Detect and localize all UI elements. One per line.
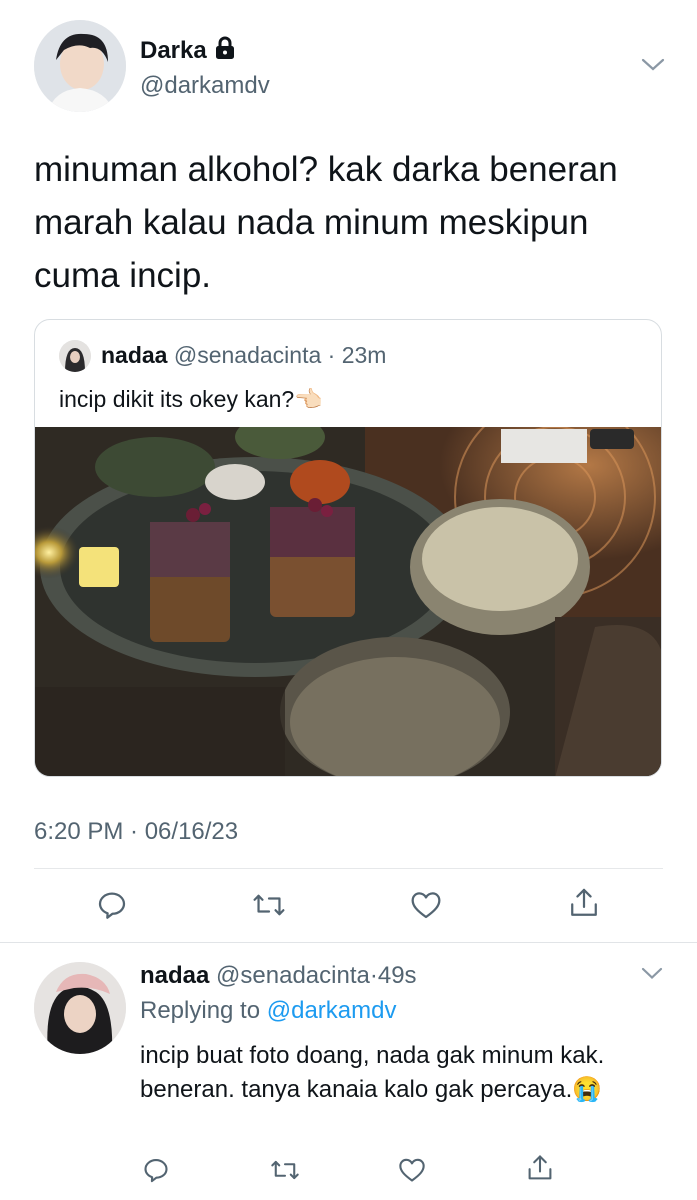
avatar-photo <box>34 20 126 112</box>
quoted-avatar <box>59 340 91 372</box>
quoted-photo <box>35 427 661 776</box>
reply-avatar[interactable] <box>34 962 126 1054</box>
reply-retweet-icon[interactable] <box>270 1156 300 1184</box>
replying-to-label: Replying to <box>140 997 261 1024</box>
tweet-text: minuman alkohol? kak darka beneran marah… <box>34 150 618 295</box>
quoted-time: 23m <box>341 342 387 368</box>
divider <box>34 868 663 869</box>
section-divider <box>0 942 697 943</box>
author-name[interactable]: Darka <box>140 37 207 65</box>
quoted-tweet[interactable]: nadaa @senadacinta · 23m incip dikit its… <box>34 319 662 777</box>
heart-icon[interactable] <box>410 890 442 920</box>
reply-handle[interactable]: @senadacinta <box>216 962 370 989</box>
reply-icon[interactable] <box>96 889 128 921</box>
replying-to-handle[interactable]: @darkamdv <box>267 997 397 1024</box>
quoted-handle: @senadacinta <box>173 342 322 368</box>
share-icon[interactable] <box>568 886 600 920</box>
reply-time: 49s <box>377 962 417 989</box>
reply-more-icon[interactable] <box>640 966 664 982</box>
reply-reply-icon[interactable] <box>142 1156 170 1184</box>
reply-heart-icon[interactable] <box>398 1157 426 1183</box>
reply-avatar-photo <box>34 962 126 1054</box>
retweet-icon[interactable] <box>252 889 286 921</box>
chevron-down-icon[interactable] <box>640 56 666 74</box>
reply-emoji: 😭 <box>572 1076 603 1103</box>
reply-share-icon[interactable] <box>526 1153 554 1183</box>
quoted-separator: · <box>327 342 336 368</box>
reply-separator: · <box>369 962 378 989</box>
reply-text: incip buat foto doang, nada gak minum ka… <box>140 1042 605 1103</box>
tweet-timestamp: 6:20 PM · 06/16/23 <box>34 818 239 845</box>
quoted-text: incip dikit its okey kan? <box>59 386 295 412</box>
quoted-author-name: nadaa <box>101 342 168 368</box>
author-avatar[interactable] <box>34 20 126 112</box>
lock-icon <box>214 36 236 65</box>
quoted-emoji: 👈🏻 <box>294 386 323 412</box>
reply-author-name[interactable]: nadaa <box>140 962 209 989</box>
author-handle[interactable]: @darkamdv <box>140 72 270 100</box>
